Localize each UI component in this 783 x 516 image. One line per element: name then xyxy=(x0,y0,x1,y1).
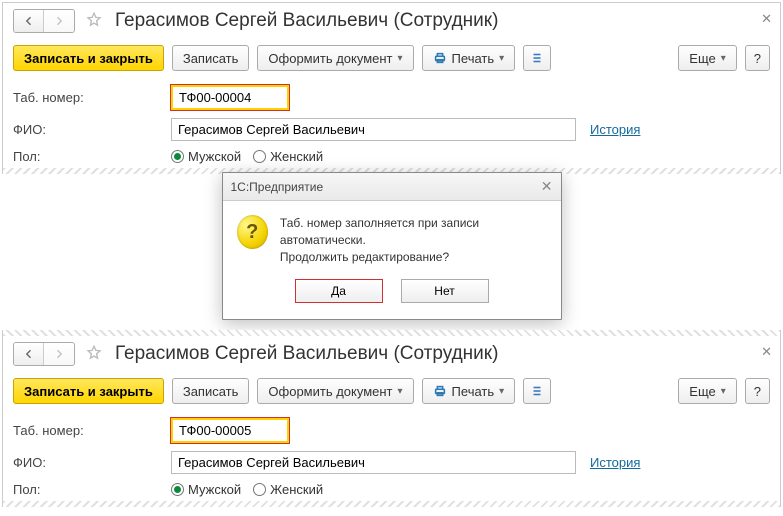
issue-document-button[interactable]: Оформить документ ▾ xyxy=(257,45,413,71)
radio-male-label: Мужской xyxy=(188,149,241,164)
favorite-star-icon[interactable] xyxy=(81,11,103,32)
more-button[interactable]: Еще ▾ xyxy=(678,45,736,71)
fio-label: ФИО: xyxy=(13,455,163,470)
issue-document-button[interactable]: Оформить документ ▾ xyxy=(257,378,413,404)
close-icon[interactable]: ✕ xyxy=(761,11,772,27)
record-and-close-button[interactable]: Записать и закрыть xyxy=(13,45,164,71)
tabnum-label: Таб. номер: xyxy=(13,423,163,438)
radio-female[interactable]: Женский xyxy=(253,482,323,497)
chevron-down-icon: ▾ xyxy=(499,386,504,397)
chevron-down-icon: ▾ xyxy=(721,53,726,64)
list-view-button[interactable] xyxy=(523,378,551,404)
radio-male-label: Мужской xyxy=(188,482,241,497)
tabnum-input[interactable] xyxy=(171,85,289,110)
nav-box xyxy=(13,342,75,366)
more-label: Еще xyxy=(689,51,715,66)
issue-document-label: Оформить документ xyxy=(268,51,392,66)
employee-form-before: Герасимов Сергей Васильевич (Сотрудник) … xyxy=(2,2,781,174)
tabnum-label: Таб. номер: xyxy=(13,90,163,105)
print-button[interactable]: Печать ▾ xyxy=(422,378,516,404)
dialog-close-icon[interactable]: ✕ xyxy=(541,178,553,195)
pol-label: Пол: xyxy=(13,482,163,497)
nav-box xyxy=(13,9,75,33)
radio-dot-icon xyxy=(171,483,184,496)
history-link[interactable]: История xyxy=(590,455,640,470)
radio-dot-icon xyxy=(253,483,266,496)
confirm-dialog: 1С:Предприятие ✕ ? Таб. номер заполняетс… xyxy=(222,172,562,320)
print-label: Печать xyxy=(452,384,495,399)
help-button[interactable]: ? xyxy=(745,378,770,404)
fio-input[interactable] xyxy=(171,118,576,141)
radio-female[interactable]: Женский xyxy=(253,149,323,164)
dialog-no-button[interactable]: Нет xyxy=(401,279,489,303)
printer-icon xyxy=(433,384,447,398)
chevron-down-icon: ▾ xyxy=(499,53,504,64)
fio-input[interactable] xyxy=(171,451,576,474)
dialog-yes-button[interactable]: Да xyxy=(295,279,383,303)
nav-back-button[interactable] xyxy=(14,343,44,365)
more-label: Еще xyxy=(689,384,715,399)
radio-male[interactable]: Мужской xyxy=(171,149,241,164)
radio-female-label: Женский xyxy=(270,482,323,497)
pol-label: Пол: xyxy=(13,149,163,164)
radio-female-label: Женский xyxy=(270,149,323,164)
radio-dot-icon xyxy=(171,150,184,163)
record-button[interactable]: Записать xyxy=(172,45,250,71)
nav-forward-button[interactable] xyxy=(44,10,74,32)
nav-back-button[interactable] xyxy=(14,10,44,32)
nav-forward-button[interactable] xyxy=(44,343,74,365)
radio-male[interactable]: Мужской xyxy=(171,482,241,497)
employee-form-after: Герасимов Сергей Васильевич (Сотрудник) … xyxy=(2,330,781,507)
tabnum-input[interactable] xyxy=(171,418,289,443)
radio-dot-icon xyxy=(253,150,266,163)
question-icon: ? xyxy=(237,215,268,249)
help-button[interactable]: ? xyxy=(745,45,770,71)
record-button[interactable]: Записать xyxy=(172,378,250,404)
chevron-down-icon: ▾ xyxy=(398,53,403,64)
dialog-message: Таб. номер заполняется при записи автома… xyxy=(280,215,547,265)
issue-document-label: Оформить документ xyxy=(268,384,392,399)
chevron-down-icon: ▾ xyxy=(398,386,403,397)
list-icon xyxy=(530,384,544,398)
dialog-line2: Продолжить редактирование? xyxy=(280,249,547,266)
close-icon[interactable]: ✕ xyxy=(761,344,772,360)
fio-label: ФИО: xyxy=(13,122,163,137)
history-link[interactable]: История xyxy=(590,122,640,137)
print-label: Печать xyxy=(452,51,495,66)
record-and-close-button[interactable]: Записать и закрыть xyxy=(13,378,164,404)
form-title: Герасимов Сергей Васильевич (Сотрудник) xyxy=(115,10,498,32)
list-view-button[interactable] xyxy=(523,45,551,71)
printer-icon xyxy=(433,51,447,65)
list-icon xyxy=(530,51,544,65)
dialog-title: 1С:Предприятие xyxy=(231,180,324,194)
chevron-down-icon: ▾ xyxy=(721,386,726,397)
print-button[interactable]: Печать ▾ xyxy=(422,45,516,71)
dialog-line1: Таб. номер заполняется при записи автома… xyxy=(280,215,547,249)
favorite-star-icon[interactable] xyxy=(81,344,103,365)
form-title: Герасимов Сергей Васильевич (Сотрудник) xyxy=(115,343,498,365)
more-button[interactable]: Еще ▾ xyxy=(678,378,736,404)
